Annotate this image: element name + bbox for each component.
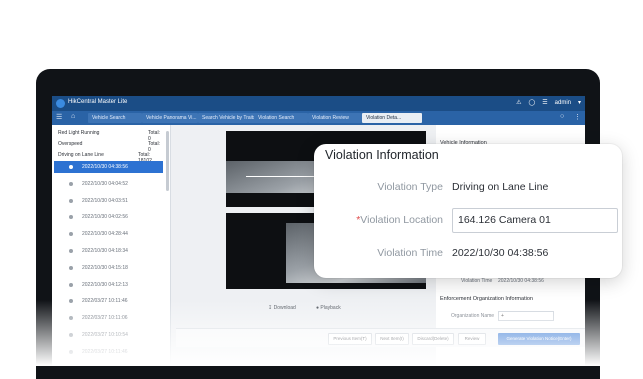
group-overspeed[interactable]: Overspeed Total: 0 [58,141,160,153]
record-dot-icon [69,265,73,270]
more-icon[interactable]: ⋮ [574,113,581,121]
tab-vehicle-panorama[interactable]: Vehicle Panorama Vi... [142,113,198,123]
record-dot-icon [69,232,73,237]
record-item[interactable]: 2022/03/27 10:10:54 [54,329,163,341]
record-dot-icon [69,349,73,354]
record-time: 2022/10/30 04:15:18 [82,264,128,271]
violation-location-label-text: Violation Location [360,214,443,226]
violation-location-field[interactable]: 164.126 Camera 01 [452,208,618,233]
group-lane-line[interactable]: Driving on Lane Line Total: 18102 [58,152,152,164]
record-time: 2022/10/30 04:03:51 [82,197,128,204]
record-item[interactable]: 2022/10/30 04:12:13 [54,279,163,291]
record-item[interactable]: 2022/03/27 10:11:46 [54,346,163,358]
refresh-icon[interactable]: ○ [560,113,564,120]
titlebar-actions: ⚠ ◯ ☰ admin ▾ [516,99,581,107]
chevron-down-icon[interactable]: ▾ [578,99,581,106]
settings-icon[interactable]: ☰ [542,99,547,106]
violation-type-value: Driving on Lane Line [452,181,549,193]
next-item-button[interactable]: Next Item(I) [375,333,409,345]
record-dot-icon [69,333,73,337]
record-time: 2022/03/27 10:10:54 [82,332,128,338]
org-name-label: Organization Name [451,313,495,319]
violation-type-label: Violation Type [377,181,443,193]
record-dot-icon [69,249,73,253]
review-button[interactable]: Review [458,333,486,345]
violation-time-value: 2022/10/30 04:38:56 [452,247,549,259]
record-item[interactable]: 2022/10/30 04:18:34 [54,245,163,257]
violation-time-label: Violation Time [377,247,443,259]
record-item[interactable]: 2022/10/30 04:04:52 [54,178,163,190]
record-time: 2022/10/30 04:38:56 [82,164,128,170]
group-red-light[interactable]: Red Light Running Total: 0 [58,130,160,142]
group-label: Driving on Lane Line [58,152,104,158]
title-bar: HikCentral Master Lite ⚠ ◯ ☰ admin ▾ [52,96,585,111]
download-button[interactable]: ↧ Download [268,305,296,311]
sidebar-scrollbar[interactable] [166,131,169,191]
tab-search-by-traits[interactable]: Search Vehicle by Traits [198,113,256,123]
record-item[interactable]: 2022/10/30 04:28:44 [54,228,163,240]
record-item[interactable]: 2022/10/30 04:15:18 [54,262,163,274]
record-time: 2022/10/30 04:12:13 [82,281,128,288]
menu-icon[interactable]: ☰ [56,113,62,121]
record-dot-icon [69,165,73,169]
discard-button[interactable]: Discard(Delete) [412,333,454,345]
violation-info-callout: Violation Information Violation Type Dri… [314,144,622,278]
record-dot-icon [69,299,73,304]
hikcentral-logo-icon [56,99,65,108]
home-icon[interactable]: ⌂ [71,113,75,120]
record-time: 2022/10/30 04:04:52 [82,180,128,187]
alarm-icon[interactable]: ⚠ [516,99,521,106]
record-dot-icon [69,181,73,186]
record-item[interactable]: 2022/10/30 04:03:51 [54,195,163,207]
group-label: Red Light Running [58,130,100,136]
violation-location-label: *Violation Location [356,214,443,226]
record-dot-icon [69,198,73,203]
record-time: 2022/03/27 10:11:46 [82,298,128,305]
enforcement-heading: Enforcement Organization Information [440,296,533,302]
violation-location-value: 164.126 Camera 01 [458,214,551,226]
record-item[interactable]: 2022/03/27 10:11:06 [54,312,163,324]
record-item[interactable]: 2022/10/30 04:38:56 [54,161,163,173]
record-time: 2022/03/27 10:11:46 [82,348,128,355]
org-name-field[interactable]: + [498,311,554,321]
generate-notice-button[interactable]: Generate Violation Notice(Enter) [498,333,580,345]
tab-vehicle-search[interactable]: Vehicle Search [88,113,142,123]
tab-violation-review[interactable]: Violation Review [308,113,362,123]
user-name[interactable]: admin [555,100,571,106]
record-time: 2022/10/30 04:02:56 [82,214,128,221]
tab-violation-details[interactable]: Violation Deta... [362,113,422,123]
record-time: 2022/10/30 04:28:44 [82,231,128,238]
violation-time-value: 2022/10/30 04:38:56 [498,278,544,284]
record-dot-icon [69,282,73,287]
playback-label: Playback [320,305,341,311]
tab-violation-search[interactable]: Violation Search [254,113,308,123]
violation-time-label: Violation Time [461,278,493,284]
violation-tree: Red Light Running Total: 0 Overspeed Tot… [52,125,171,366]
action-bar: Previous Item(T) Next Item(I) Discard(De… [176,328,585,347]
record-dot-icon [69,215,73,220]
callout-title: Violation Information [325,148,439,162]
previous-item-button[interactable]: Previous Item(T) [328,333,372,345]
record-dot-icon [69,316,73,321]
tab-bar: ☰ ⌂ Vehicle Search Vehicle Panorama Vi..… [52,111,585,125]
record-item[interactable]: 2022/03/27 10:11:46 [54,295,163,307]
group-label: Overspeed [58,141,83,147]
record-time: 2022/03/27 10:11:06 [82,315,128,322]
notification-icon[interactable]: ◯ [529,99,536,106]
playback-button[interactable]: ● Playback [316,305,341,311]
record-time: 2022/10/30 04:18:34 [82,248,128,254]
app-title: HikCentral Master Lite [68,99,128,105]
record-item[interactable]: 2022/10/30 04:02:56 [54,211,163,223]
download-label: Download [273,305,296,311]
